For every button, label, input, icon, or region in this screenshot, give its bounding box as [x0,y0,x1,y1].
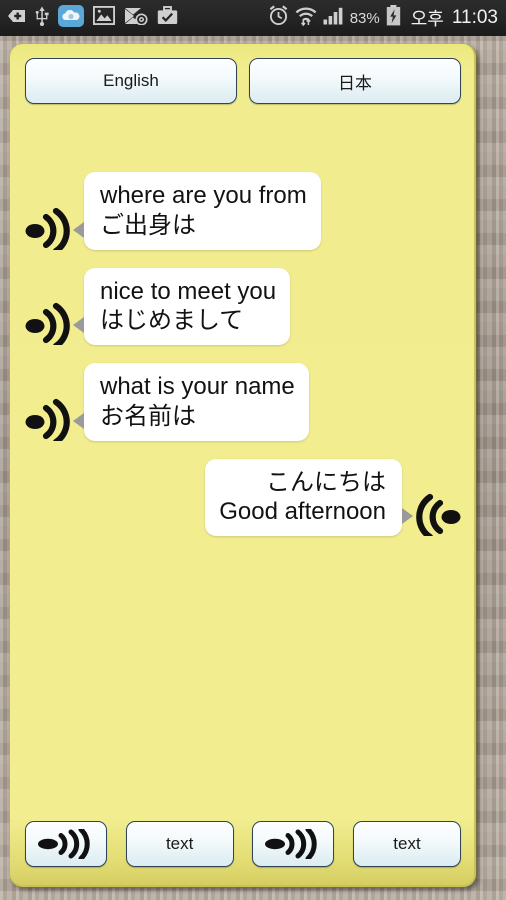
text-button-english[interactable]: text [125,821,234,867]
message-row: こんにちは Good afternoon [22,458,464,541]
speaker-wave-icon[interactable] [22,299,74,350]
wifi-transfer-icon [295,6,317,31]
speak-arrow-icon [35,829,97,859]
message-row: where are you from ご出身は [22,172,464,254]
speak-button-japanese[interactable] [252,821,335,867]
message-line-primary: こんにちは [266,468,386,496]
speak-button-english[interactable] [25,821,107,867]
speak-arrow-icon [262,829,324,859]
battery-charging-icon [386,5,401,31]
language-button-english[interactable]: English [25,58,237,104]
briefcase-check-icon [157,6,178,30]
message-line-primary: nice to meet you [100,277,277,305]
signal-bars-icon [323,7,344,30]
mail-at-icon [124,7,148,30]
message-row: nice to meet you はじめまして [22,267,464,350]
photo-icon [92,5,116,30]
speaker-wave-icon[interactable] [22,204,74,254]
message-row: what is your name お名前は [22,363,464,445]
message-line-secondary: お名前は [100,402,196,430]
alarm-clock-icon [268,5,289,31]
language-button-japanese[interactable]: 日本 [249,58,461,104]
status-bar-system-icons: 83% 오후 11:03 [268,5,498,31]
usb-icon [35,6,49,31]
text-button-japanese[interactable]: text [352,821,461,867]
speaker-wave-icon-flipped[interactable] [412,490,464,541]
message-line-primary: what is your name [100,373,295,400]
message-bubble[interactable]: where are you from ご出身は [73,172,321,250]
message-line-secondary: Good afternoon [219,498,386,526]
status-bar-notification-icons [6,4,268,32]
clock-ampm-label: 오후 [410,9,444,29]
message-bubble[interactable]: nice to meet you はじめまして [72,267,291,345]
conversation-list: where are you from ご出身は nice to meet you… [10,172,474,832]
cloud-sync-icon [58,4,84,32]
speaker-wave-icon[interactable] [22,395,74,445]
language-selector-bar: English 日本 [10,58,474,104]
bottom-action-bar: text text [10,821,474,867]
message-bubble[interactable]: what is your name お名前は [73,363,309,441]
clock-label: 11:03 [451,7,498,28]
message-line-primary: where are you from [100,182,307,209]
app-panel: English 日本 where are you from ご出身は nice … [10,44,476,887]
message-bubble[interactable]: こんにちは Good afternoon [205,458,413,536]
tag-plus-icon [6,7,26,30]
message-line-secondary: はじめまして [100,307,244,335]
battery-percent-label: 83% [349,9,380,27]
status-bar: 83% 오후 11:03 [0,0,506,36]
message-line-secondary: ご出身は [100,211,196,239]
